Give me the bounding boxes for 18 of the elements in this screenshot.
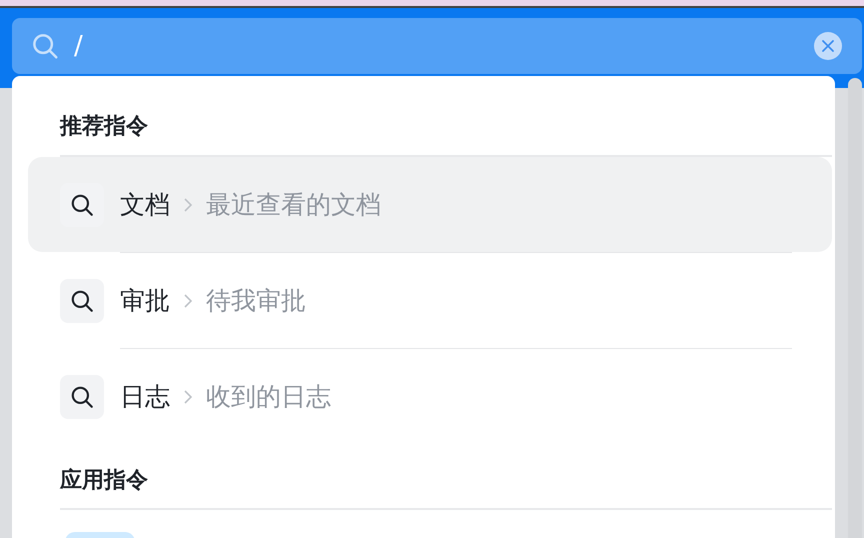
command-name: 日志	[120, 381, 170, 413]
command-name: 审批	[120, 285, 170, 317]
command-row[interactable]: 日志 收到的日志	[28, 349, 832, 444]
command-row[interactable]: 审批 待我审批	[28, 253, 832, 348]
close-icon	[821, 39, 835, 53]
command-target: 待我审批	[206, 285, 306, 317]
search-icon	[69, 384, 95, 410]
search-icon	[69, 192, 95, 218]
search-icon	[69, 288, 95, 314]
search-icon	[30, 31, 60, 61]
clear-button[interactable]	[814, 32, 842, 60]
command-target: 最近查看的文档	[206, 189, 381, 221]
command-target: 收到的日志	[206, 381, 331, 413]
command-name: 文档	[120, 189, 170, 221]
section-heading: 推荐指令	[60, 113, 148, 141]
section-heading: 应用指令	[60, 466, 148, 495]
scrollbar[interactable]	[848, 78, 862, 538]
selected-command-row[interactable]: 文档 最近查看的文档	[28, 157, 832, 252]
